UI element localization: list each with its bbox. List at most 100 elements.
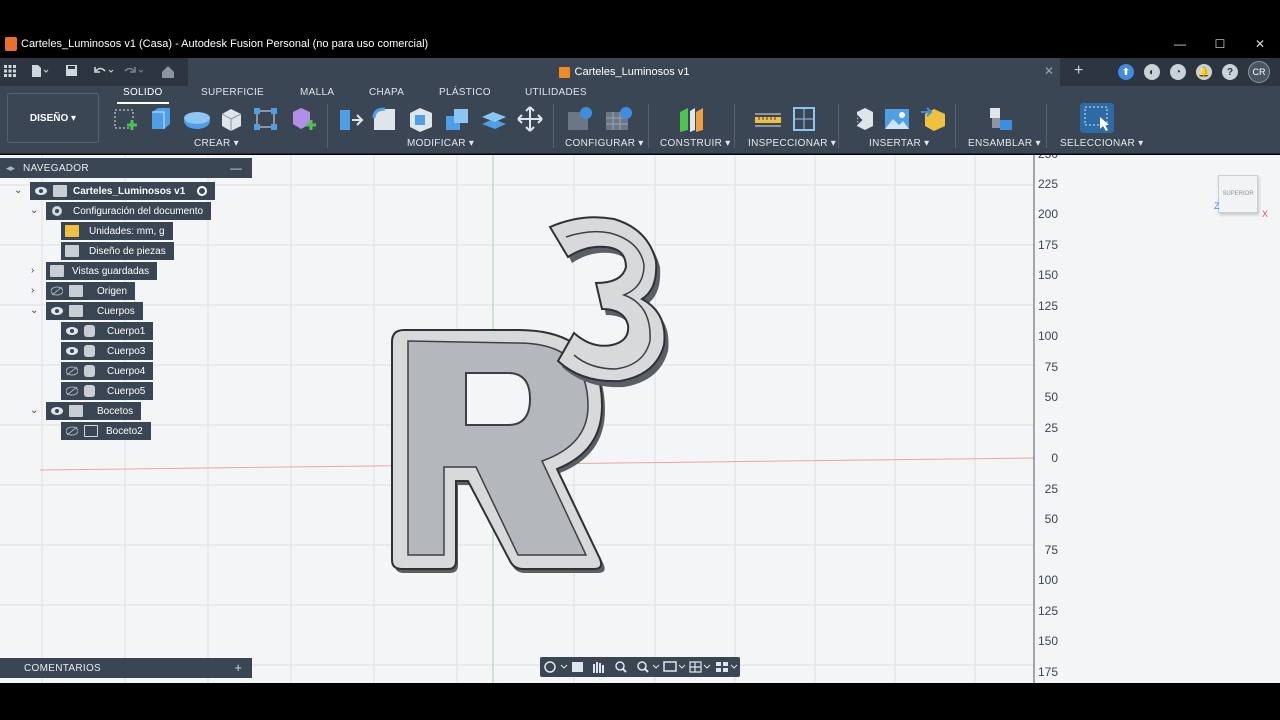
group-crear[interactable]: CREAR ▾ [194, 138, 239, 149]
chevron-right-icon[interactable]: › [31, 265, 34, 276]
activate-radio-icon[interactable] [197, 186, 208, 196]
viewports-icon[interactable] [716, 662, 738, 672]
eye-icon[interactable] [49, 303, 65, 319]
zoom-icon[interactable] [615, 661, 627, 673]
eye-icon[interactable] [64, 343, 80, 359]
update-icon[interactable]: ⬆ [1118, 64, 1134, 80]
tree-node-saved-views[interactable]: Vistas guardadas [46, 262, 158, 280]
chevron-down-icon[interactable]: ⌄ [14, 185, 22, 196]
new-tab-button[interactable]: + [1074, 62, 1083, 80]
chevron-down-icon[interactable]: ⌄ [30, 305, 38, 316]
tree-node-origin[interactable]: Origen [46, 282, 136, 300]
minimize-button[interactable]: — [1160, 30, 1200, 58]
fillet-icon[interactable] [371, 106, 399, 132]
job-status-icon[interactable]: ◔ [1170, 64, 1186, 80]
eye-hidden-icon[interactable] [64, 423, 80, 439]
avatar[interactable]: CR [1248, 61, 1270, 83]
tree-node-sketches[interactable]: Bocetos [46, 402, 142, 420]
group-inspeccionar[interactable]: INSPECCIONAR ▾ [748, 138, 836, 149]
close-window-button[interactable]: ✕ [1240, 30, 1280, 58]
3d-viewport[interactable]: ◂▸ NAVEGADOR — ⌄ Carteles_Luminosos v1 ⌄… [0, 155, 1280, 683]
group-seleccionar[interactable]: SELECCIONAR ▾ [1060, 138, 1143, 149]
box-icon[interactable] [218, 106, 246, 132]
tree-node-body5[interactable]: Cuerpo5 [61, 382, 154, 400]
tab-solido[interactable]: SOLIDO [117, 87, 169, 104]
insert-derive-icon[interactable] [847, 106, 875, 132]
tree-node-root[interactable]: Carteles_Luminosos v1 [30, 182, 216, 200]
orbit-icon[interactable] [544, 661, 568, 673]
tree-node-units[interactable]: Unidades: mm, g [61, 222, 173, 240]
tree-node-doc-settings[interactable]: Configuración del documento [46, 202, 212, 220]
comments-panel-header[interactable]: COMENTARIOS + [0, 658, 252, 678]
tab-utilidades[interactable]: UTILIDADES [525, 87, 587, 98]
move-icon[interactable] [516, 106, 544, 132]
new-component-icon[interactable] [289, 106, 317, 132]
section-analysis-icon[interactable] [790, 106, 818, 132]
group-configurar[interactable]: CONFIGURAR ▾ [565, 138, 644, 149]
pan-icon[interactable] [593, 662, 604, 673]
eye-hidden-icon[interactable] [49, 283, 65, 299]
measure-icon[interactable] [753, 106, 781, 132]
display-settings-icon[interactable] [663, 661, 686, 672]
grid-settings-icon[interactable] [689, 661, 711, 673]
tree-node-body1[interactable]: Cuerpo1 [61, 322, 154, 340]
tab-malla[interactable]: MALLA [300, 87, 334, 98]
configure-rules-icon[interactable] [604, 106, 632, 132]
tab-close-icon[interactable]: ✕ [1044, 64, 1054, 78]
insert-mesh-icon[interactable] [919, 106, 947, 132]
maximize-button[interactable]: ☐ [1200, 30, 1240, 58]
tree-node-body3[interactable]: Cuerpo3 [61, 342, 154, 360]
joint-icon[interactable] [986, 106, 1014, 132]
group-ensamblar[interactable]: ENSAMBLAR ▾ [968, 138, 1041, 149]
group-modificar[interactable]: MODIFICAR ▾ [407, 138, 474, 149]
collapse-arrows-icon[interactable]: ◂▸ [6, 163, 15, 174]
tab-superficie[interactable]: SUPERFICIE [201, 87, 264, 98]
add-comment-icon[interactable]: + [234, 660, 242, 675]
combine-icon[interactable] [443, 106, 471, 132]
file-menu-icon[interactable] [31, 65, 49, 77]
offset-face-icon[interactable] [479, 106, 507, 132]
group-construir[interactable]: CONSTRUIR ▾ [660, 138, 731, 149]
undo-icon[interactable] [94, 65, 116, 77]
save-icon[interactable] [66, 65, 77, 76]
revolve-icon[interactable] [182, 106, 210, 132]
navigator-header[interactable]: ◂▸ NAVEGADOR — [0, 158, 252, 178]
eye-hidden-icon[interactable] [64, 383, 80, 399]
extensions-icon[interactable]: ◐ [1144, 64, 1160, 80]
apps-grid-icon[interactable] [4, 65, 16, 77]
chevron-right-icon[interactable]: › [31, 285, 34, 296]
eye-icon[interactable] [33, 183, 49, 199]
select-icon[interactable] [1080, 103, 1114, 133]
press-pull-icon[interactable] [336, 106, 364, 132]
zoom-window-icon[interactable] [637, 661, 660, 673]
tab-chapa[interactable]: CHAPA [369, 87, 404, 98]
redo-icon[interactable] [124, 65, 146, 77]
chevron-down-icon[interactable]: ⌄ [30, 205, 38, 216]
navigator-minimize-icon[interactable]: — [230, 161, 242, 175]
view-cube-face[interactable]: SUPERIOR [1222, 191, 1253, 197]
configure-table-icon[interactable] [566, 106, 594, 132]
eye-icon[interactable] [49, 403, 65, 419]
group-insertar[interactable]: INSERTAR ▾ [869, 138, 929, 149]
help-icon[interactable]: ? [1222, 64, 1238, 80]
notifications-icon[interactable]: 🔔 [1196, 64, 1212, 80]
workspace-switcher[interactable]: DISEÑO ▾ [7, 93, 99, 143]
eye-hidden-icon[interactable] [64, 363, 80, 379]
tab-document[interactable]: Carteles_Luminosos v1 ✕ [188, 58, 1060, 86]
view-cube[interactable]: SUPERIOR [1218, 175, 1258, 213]
number-three-body[interactable] [548, 216, 669, 388]
eye-icon[interactable] [64, 323, 80, 339]
shell-icon[interactable] [407, 106, 435, 132]
offset-plane-icon[interactable] [677, 106, 705, 132]
tree-node-bodies[interactable]: Cuerpos [46, 302, 143, 320]
pattern-icon[interactable] [252, 106, 280, 132]
tree-node-sketch2[interactable]: Boceto2 [61, 422, 151, 440]
insert-canvas-icon[interactable] [883, 106, 911, 132]
tab-plastico[interactable]: PLÁSTICO [439, 87, 491, 98]
create-sketch-icon[interactable] [112, 106, 140, 132]
extrude-icon[interactable] [146, 106, 174, 132]
look-at-icon[interactable] [572, 662, 583, 672]
tree-node-body4[interactable]: Cuerpo4 [61, 362, 154, 380]
chevron-down-icon[interactable]: ⌄ [30, 405, 38, 416]
tree-node-part-design[interactable]: Diseño de piezas [61, 242, 174, 260]
